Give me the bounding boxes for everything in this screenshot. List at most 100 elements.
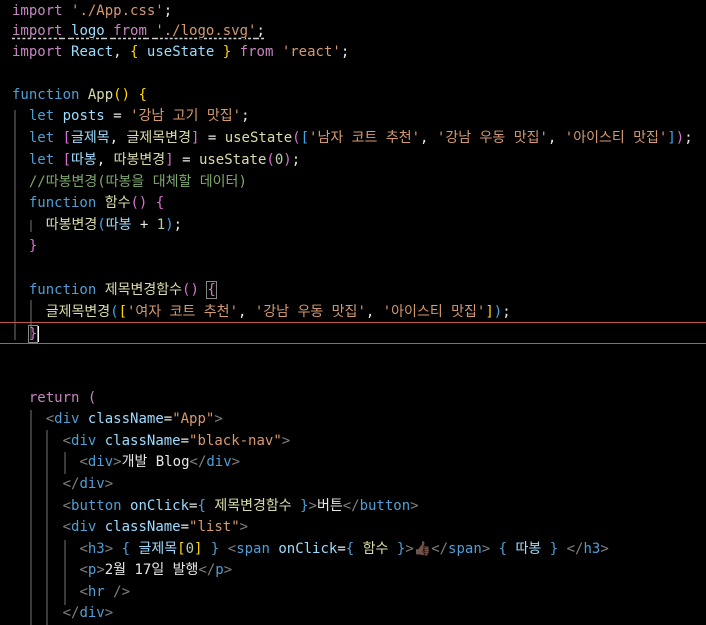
thumbs-up-icon: 👍🏿 — [413, 541, 432, 557]
paren: ) — [493, 304, 503, 320]
bracket: ] — [485, 304, 494, 320]
function-call: 글제목변경 — [45, 304, 111, 320]
jsx-text: 개발 Blog — [121, 454, 190, 470]
string: '강남 우동 맛집' — [254, 304, 366, 320]
attribute: onClick — [130, 498, 190, 514]
tag-bracket: < — [62, 519, 72, 535]
string: "list" — [189, 519, 240, 535]
keyword: function — [28, 195, 97, 211]
code-line[interactable]: function App() { — [0, 84, 706, 106]
punct: , — [365, 304, 375, 320]
tag-bracket: < — [62, 433, 72, 449]
tag-bracket: < — [79, 454, 88, 470]
bracket: ] — [194, 541, 203, 557]
identifier: React — [71, 44, 114, 60]
punct: ; — [502, 304, 511, 320]
brace: } — [28, 238, 38, 254]
tag-bracket: > — [600, 541, 609, 557]
tag-bracket: < — [79, 541, 88, 557]
operator: = — [113, 108, 122, 124]
paren: ) — [283, 152, 292, 168]
keyword: return — [28, 390, 80, 406]
code-line[interactable]: </div> — [0, 602, 706, 624]
code-line[interactable]: } — [0, 235, 706, 257]
brace: { — [130, 44, 139, 60]
brace: { — [138, 87, 147, 103]
punct: , — [96, 152, 106, 168]
unused-import-warning[interactable]: import logo from './logo.svg'; — [12, 23, 265, 39]
string: '강남 우동 맛집' — [436, 130, 548, 146]
code-line[interactable]: return ( — [0, 387, 706, 409]
tag-bracket: > — [104, 605, 114, 621]
tag-bracket: > — [405, 541, 414, 557]
punct: , — [113, 44, 122, 60]
tag-name: div — [79, 476, 105, 492]
tag-bracket: </ — [198, 562, 216, 578]
bracket: ] — [667, 130, 676, 146]
tag-name: h3 — [87, 541, 105, 557]
code-line-current[interactable]: } — [0, 322, 706, 344]
identifier: 글제목변경 — [126, 130, 191, 146]
text-cursor — [37, 326, 40, 342]
code-line[interactable]: <div className="App"> — [0, 408, 706, 430]
code-line[interactable]: <button onClick={ 제목변경함수 }>버튼</button> — [0, 495, 706, 517]
paren: ( — [110, 304, 119, 320]
code-line[interactable]: <p>2월 17일 발행</p> — [0, 559, 706, 581]
keyword: import — [12, 3, 63, 19]
identifier: 글제목 — [71, 130, 110, 146]
code-line[interactable]: let [글제목, 글제목변경] = useState(['남자 코트 추천',… — [0, 127, 706, 149]
code-line[interactable]: //따봉변경(따봉을 대체할 데이터) — [0, 171, 706, 193]
identifier: 글제목 — [138, 541, 178, 557]
code-line[interactable]: <div className="list"> — [0, 516, 706, 538]
code-line[interactable]: <hr /> — [0, 581, 706, 603]
keyword: function — [28, 282, 97, 298]
bracket: [ — [177, 541, 186, 557]
operator: = — [180, 433, 190, 449]
keyword: let — [28, 152, 55, 168]
paren: ( — [87, 390, 97, 406]
punct: ; — [241, 108, 250, 124]
operator: = — [337, 541, 346, 557]
identifier: posts — [62, 108, 105, 124]
paren: () — [130, 195, 148, 211]
string: "black-nav" — [189, 433, 282, 449]
function-call: useState — [198, 152, 267, 168]
string: '남자 코트 추천' — [309, 130, 421, 146]
jsx-brace: } — [549, 541, 559, 557]
string: "App" — [172, 411, 215, 427]
code-line[interactable]: <div className="black-nav"> — [0, 430, 706, 452]
operator: = — [207, 130, 217, 146]
punct: , — [109, 130, 119, 146]
jsx-text: 버튼 — [316, 498, 343, 514]
function-name: 함수 — [104, 195, 131, 211]
code-line[interactable]: import logo from './logo.svg'; — [0, 20, 706, 42]
tag-bracket: < — [45, 411, 55, 427]
code-line[interactable]: <div>개발 Blog</div> — [0, 451, 706, 473]
code-line[interactable]: import React, { useState } from 'react'; — [0, 41, 706, 63]
tag-name: div — [87, 454, 114, 470]
code-editor[interactable]: import './App.css'; import logo from './… — [0, 0, 706, 625]
jsx-brace: { — [345, 541, 355, 557]
tag-bracket: </ — [62, 605, 80, 621]
paren: () — [182, 282, 199, 298]
code-line[interactable]: function 함수() { — [0, 192, 706, 214]
keyword: import — [12, 44, 63, 60]
code-line[interactable]: 따봉변경(따봉 + 1); — [0, 214, 706, 236]
code-line[interactable]: 글제목변경(['여자 코트 추천', '강남 우동 맛집', '아이스티 맛집'… — [0, 301, 706, 323]
code-line[interactable]: let posts = '강남 고기 맛집'; — [0, 105, 706, 127]
string: './logo.svg' — [155, 23, 257, 39]
code-line[interactable]: <h3> { 글제목[0] } <span onClick={ 함수 }>👍🏿<… — [0, 538, 706, 560]
code-line[interactable]: function 제목변경함수() { — [0, 279, 706, 301]
code-line[interactable]: </div> — [0, 473, 706, 495]
bracket: ] — [165, 152, 174, 168]
punct: ; — [684, 130, 693, 146]
code-line[interactable]: import './App.css'; — [0, 0, 706, 22]
jsx-brace: { — [197, 498, 206, 514]
tag-bracket: > — [239, 519, 249, 535]
punct: ; — [163, 3, 173, 19]
tag-name: button — [359, 498, 411, 514]
tag-bracket: > — [410, 498, 419, 514]
code-line[interactable]: let [따봉, 따봉변경] = useState(0); — [0, 149, 706, 171]
punct: , — [420, 130, 429, 146]
tag-name: div — [71, 519, 97, 535]
